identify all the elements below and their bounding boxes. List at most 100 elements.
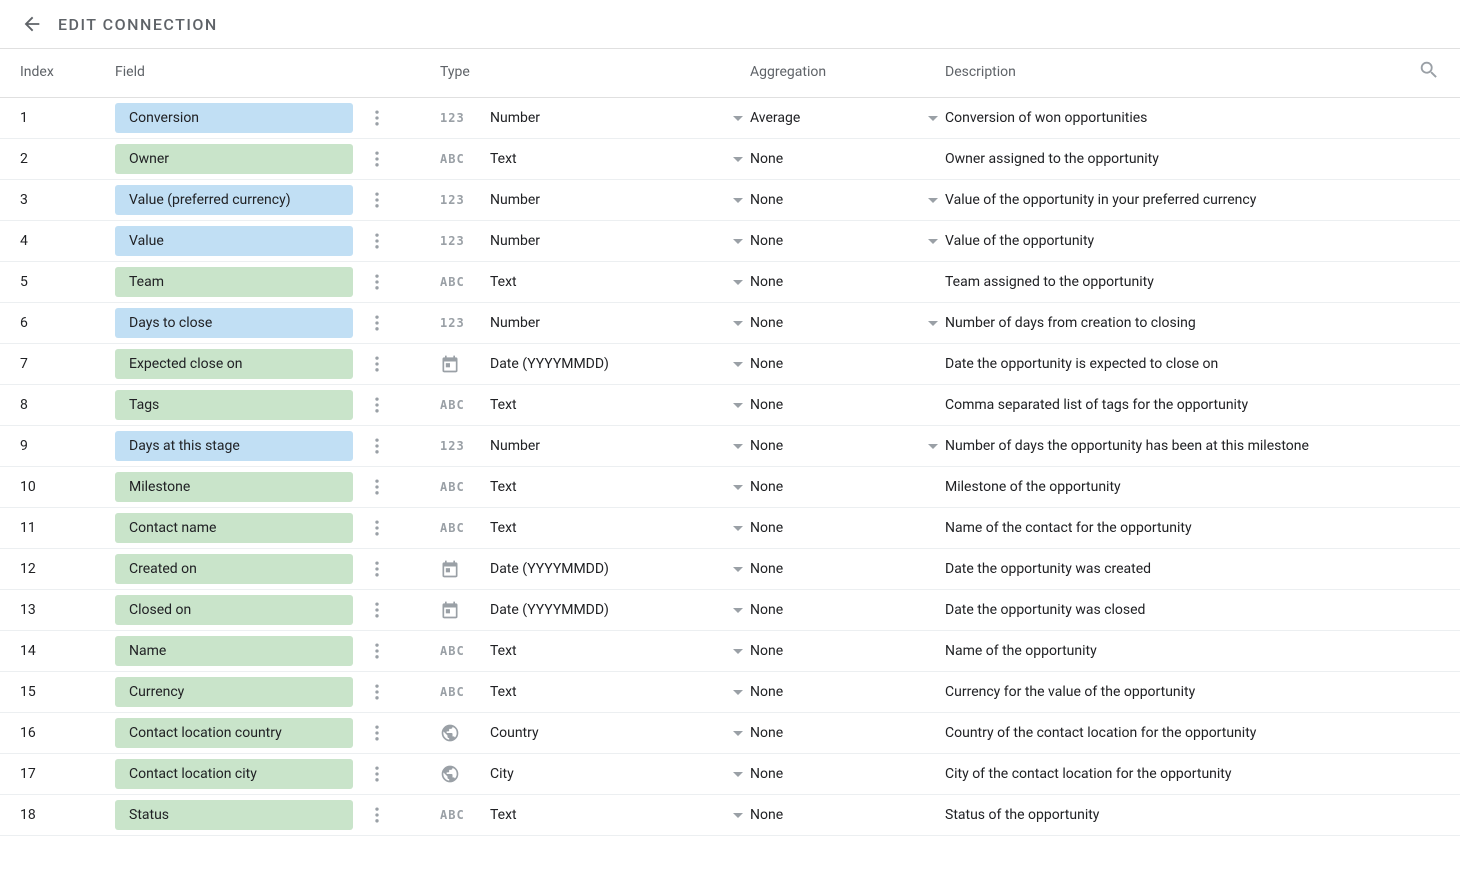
more-vert-icon: [367, 231, 387, 251]
table-row: 5TeamABCTextNoneTeam assigned to the opp…: [0, 262, 1460, 303]
row-more-button[interactable]: [365, 680, 389, 704]
aggregation-label: None: [750, 725, 945, 741]
type-dropdown[interactable]: [726, 649, 750, 654]
field-chip[interactable]: Milestone: [115, 472, 353, 502]
table-row: 3Value (preferred currency)123NumberNone…: [0, 180, 1460, 221]
field-chip[interactable]: Contact name: [115, 513, 353, 543]
type-dropdown[interactable]: [726, 485, 750, 490]
row-more-button[interactable]: [365, 762, 389, 786]
field-chip[interactable]: Status: [115, 800, 353, 830]
field-chip[interactable]: Team: [115, 267, 353, 297]
type-label: Date (YYYYMMDD): [470, 356, 726, 372]
aggregation-dropdown[interactable]: [921, 116, 945, 121]
row-more-button[interactable]: [365, 598, 389, 622]
aggregation-dropdown[interactable]: [921, 198, 945, 203]
type-dropdown[interactable]: [726, 403, 750, 408]
type-dropdown[interactable]: [726, 608, 750, 613]
row-index: 9: [20, 438, 115, 454]
field-chip[interactable]: Created on: [115, 554, 353, 584]
row-index: 2: [20, 151, 115, 167]
number-type-icon: 123: [440, 439, 465, 453]
row-more-button[interactable]: [365, 516, 389, 540]
aggregation-dropdown[interactable]: [921, 239, 945, 244]
description-cell: Date the opportunity was created: [945, 561, 1440, 577]
aggregation-label: None: [750, 684, 945, 700]
aggregation-label: None: [750, 192, 921, 208]
search-button[interactable]: [1418, 59, 1440, 85]
row-more-button[interactable]: [365, 434, 389, 458]
aggregation-dropdown[interactable]: [921, 321, 945, 326]
row-index: 12: [20, 561, 115, 577]
row-more-button[interactable]: [365, 393, 389, 417]
field-chip[interactable]: Contact location city: [115, 759, 353, 789]
field-chip[interactable]: Expected close on: [115, 349, 353, 379]
aggregation-label: None: [750, 151, 945, 167]
row-index: 18: [20, 807, 115, 823]
table-row: 9Days at this stage123NumberNoneNumber o…: [0, 426, 1460, 467]
chevron-down-icon: [733, 321, 743, 326]
type-dropdown[interactable]: [726, 690, 750, 695]
field-chip[interactable]: Value (preferred currency): [115, 185, 353, 215]
field-chip[interactable]: Currency: [115, 677, 353, 707]
description-cell: Conversion of won opportunities: [945, 110, 1440, 126]
row-more-button[interactable]: [365, 106, 389, 130]
row-more-button[interactable]: [365, 721, 389, 745]
type-dropdown[interactable]: [726, 157, 750, 162]
row-more-button[interactable]: [365, 475, 389, 499]
type-dropdown[interactable]: [726, 567, 750, 572]
chevron-down-icon: [733, 157, 743, 162]
field-chip[interactable]: Days at this stage: [115, 431, 353, 461]
field-chip[interactable]: Conversion: [115, 103, 353, 133]
field-chip[interactable]: Owner: [115, 144, 353, 174]
field-chip[interactable]: Value: [115, 226, 353, 256]
back-button[interactable]: [20, 12, 44, 36]
type-dropdown[interactable]: [726, 526, 750, 531]
aggregation-dropdown[interactable]: [921, 444, 945, 449]
description-cell: Team assigned to the opportunity: [945, 274, 1440, 290]
more-vert-icon: [367, 149, 387, 169]
more-vert-icon: [367, 272, 387, 292]
field-chip[interactable]: Tags: [115, 390, 353, 420]
row-more-button[interactable]: [365, 229, 389, 253]
type-dropdown[interactable]: [726, 731, 750, 736]
row-more-button[interactable]: [365, 147, 389, 171]
type-dropdown[interactable]: [726, 239, 750, 244]
row-more-button[interactable]: [365, 803, 389, 827]
field-chip[interactable]: Contact location country: [115, 718, 353, 748]
aggregation-label: None: [750, 520, 945, 536]
type-dropdown[interactable]: [726, 362, 750, 367]
header-type: Type: [440, 64, 750, 80]
type-dropdown[interactable]: [726, 772, 750, 777]
type-dropdown[interactable]: [726, 116, 750, 121]
row-more-button[interactable]: [365, 311, 389, 335]
row-index: 11: [20, 520, 115, 536]
type-dropdown[interactable]: [726, 280, 750, 285]
type-label: Date (YYYYMMDD): [470, 561, 726, 577]
text-type-icon: ABC: [440, 275, 465, 289]
more-vert-icon: [367, 108, 387, 128]
row-index: 16: [20, 725, 115, 741]
type-dropdown[interactable]: [726, 444, 750, 449]
more-vert-icon: [367, 477, 387, 497]
type-dropdown[interactable]: [726, 321, 750, 326]
type-label: Text: [470, 684, 726, 700]
type-dropdown[interactable]: [726, 198, 750, 203]
row-more-button[interactable]: [365, 188, 389, 212]
header-aggregation: Aggregation: [750, 64, 945, 80]
row-more-button[interactable]: [365, 557, 389, 581]
field-chip[interactable]: Closed on: [115, 595, 353, 625]
row-index: 5: [20, 274, 115, 290]
chevron-down-icon: [928, 444, 938, 449]
aggregation-label: None: [750, 807, 945, 823]
description-cell: Owner assigned to the opportunity: [945, 151, 1440, 167]
description-cell: Value of the opportunity: [945, 233, 1440, 249]
description-cell: City of the contact location for the opp…: [945, 766, 1440, 782]
field-chip[interactable]: Name: [115, 636, 353, 666]
row-more-button[interactable]: [365, 270, 389, 294]
text-type-icon: ABC: [440, 152, 465, 166]
type-dropdown[interactable]: [726, 813, 750, 818]
row-more-button[interactable]: [365, 352, 389, 376]
row-more-button[interactable]: [365, 639, 389, 663]
field-chip[interactable]: Days to close: [115, 308, 353, 338]
type-label: Date (YYYYMMDD): [470, 602, 726, 618]
